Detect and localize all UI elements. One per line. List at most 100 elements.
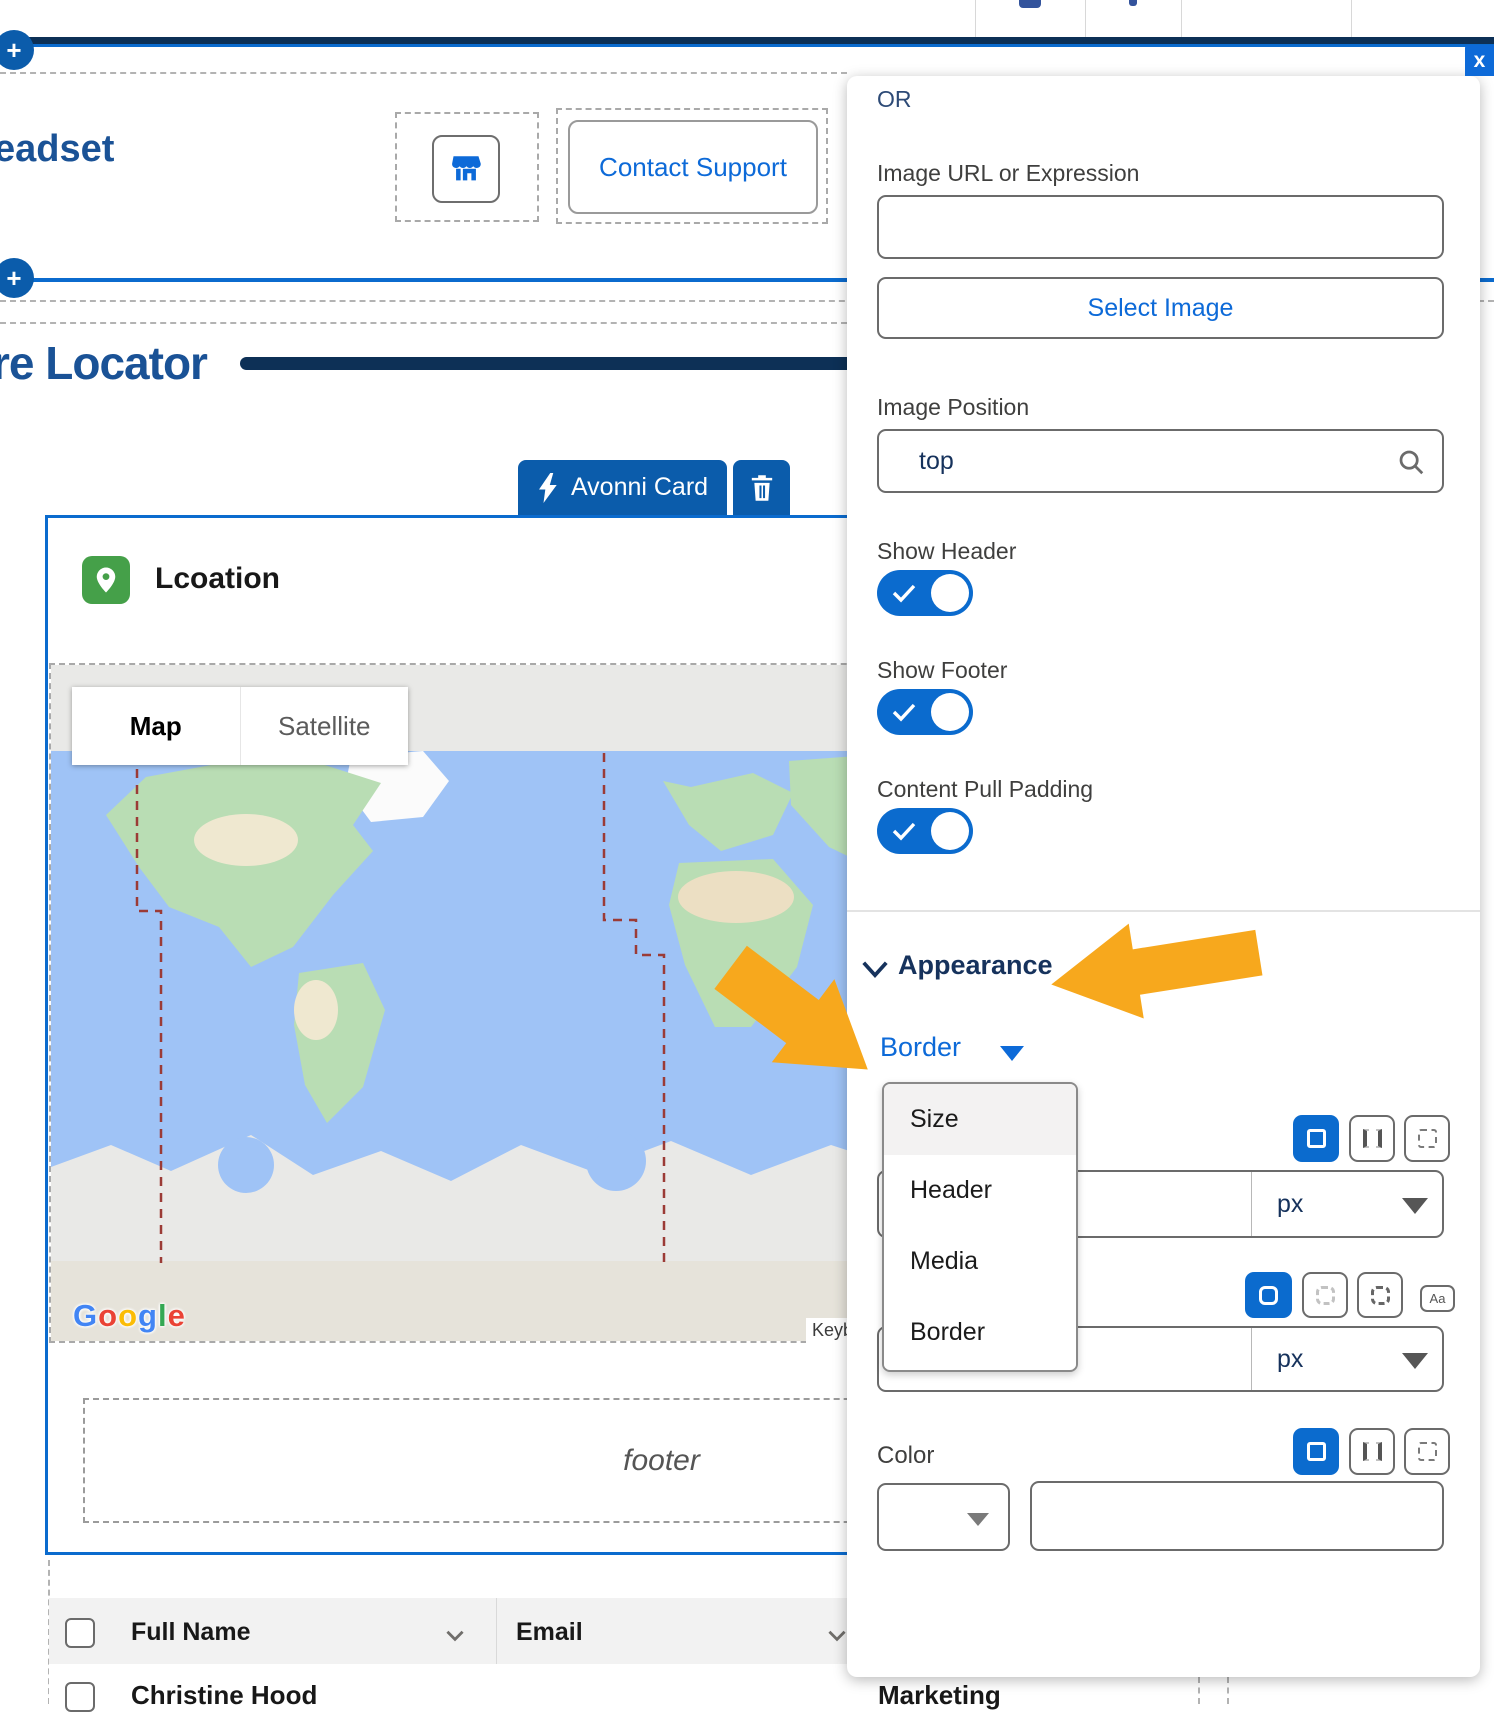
or-label: OR bbox=[877, 86, 912, 113]
check-icon bbox=[891, 701, 917, 723]
border-custom-sides-button[interactable] bbox=[1404, 1115, 1450, 1162]
caret-down-icon[interactable] bbox=[1402, 1353, 1428, 1369]
toolbar-divider bbox=[1351, 0, 1352, 37]
color-label: Color bbox=[877, 1442, 934, 1470]
page-heading-partial: eadset bbox=[0, 128, 114, 171]
panel-divider bbox=[847, 910, 1480, 912]
google-letter: g bbox=[138, 1298, 158, 1333]
border-all-icon bbox=[1307, 1442, 1326, 1461]
toggle-knob bbox=[931, 574, 969, 612]
content-pull-padding-label: Content Pull Padding bbox=[877, 776, 1093, 803]
toggle-knob bbox=[931, 693, 969, 731]
radius-corners-light-icon bbox=[1316, 1286, 1335, 1305]
column-header-full-name[interactable]: Full Name bbox=[131, 1618, 250, 1647]
map-type-control: Map Satellite bbox=[72, 687, 408, 765]
unit-divider bbox=[1251, 1328, 1252, 1390]
border-all-sides-button[interactable] bbox=[1293, 1115, 1339, 1162]
component-badge[interactable]: Avonni Card bbox=[518, 460, 727, 515]
card-title: Lcoation bbox=[155, 562, 280, 596]
toolbar-divider bbox=[975, 0, 976, 37]
menu-item-size[interactable]: Size bbox=[884, 1084, 1076, 1155]
check-icon bbox=[891, 582, 917, 604]
map-type-satellite-button[interactable]: Satellite bbox=[241, 687, 409, 765]
select-image-button[interactable]: Select Image bbox=[877, 277, 1444, 339]
menu-item-media[interactable]: Media bbox=[884, 1226, 1076, 1297]
unit-divider bbox=[1251, 1172, 1252, 1236]
google-letter: G bbox=[73, 1298, 98, 1333]
show-footer-label: Show Footer bbox=[877, 657, 1007, 684]
section-dashed-border bbox=[0, 322, 847, 324]
image-url-input[interactable] bbox=[877, 195, 1444, 259]
toolbar-icon-fragment bbox=[1019, 0, 1041, 8]
color-swatch-select[interactable] bbox=[877, 1483, 1010, 1551]
toolbar-icon-fragment bbox=[1129, 0, 1137, 6]
column-divider[interactable] bbox=[496, 1598, 497, 1664]
google-letter: e bbox=[168, 1298, 186, 1333]
border-vertical-icon bbox=[1363, 1129, 1382, 1148]
row-checkbox[interactable] bbox=[65, 1682, 95, 1712]
add-component-button[interactable]: + bbox=[0, 258, 34, 298]
store-icon-button[interactable] bbox=[432, 135, 500, 203]
caret-down-icon[interactable] bbox=[1000, 1046, 1024, 1061]
google-letter: o bbox=[118, 1298, 138, 1333]
plus-icon: + bbox=[6, 263, 21, 294]
check-icon bbox=[891, 820, 917, 842]
radius-individual-corners-button[interactable] bbox=[1302, 1272, 1348, 1318]
unit-value: px bbox=[1277, 1190, 1303, 1219]
border-all-icon bbox=[1307, 1129, 1326, 1148]
radius-all-icon bbox=[1259, 1286, 1278, 1305]
caret-down-icon[interactable] bbox=[1402, 1198, 1428, 1214]
cell-department: Marketing bbox=[878, 1680, 1001, 1711]
column-header-email[interactable]: Email bbox=[516, 1618, 583, 1647]
add-section-button[interactable]: + bbox=[0, 30, 34, 70]
chevron-down-icon[interactable] bbox=[860, 958, 890, 980]
lightning-icon bbox=[537, 473, 559, 503]
footer-placeholder-text: footer bbox=[623, 1444, 700, 1478]
border-dropdown-menu: Size Header Media Border bbox=[882, 1082, 1078, 1372]
color-vertical-sides-button[interactable] bbox=[1349, 1428, 1395, 1475]
color-all-sides-button[interactable] bbox=[1293, 1428, 1339, 1475]
column-guide-dashed bbox=[1198, 1677, 1200, 1704]
column-guide-dashed bbox=[1227, 1677, 1229, 1704]
show-header-toggle[interactable] bbox=[877, 570, 973, 616]
menu-item-header[interactable]: Header bbox=[884, 1155, 1076, 1226]
content-pull-padding-toggle[interactable] bbox=[877, 808, 973, 854]
section-divider-bar bbox=[0, 37, 1494, 44]
plus-icon: + bbox=[6, 35, 21, 66]
image-position-value: top bbox=[919, 447, 954, 476]
show-footer-toggle[interactable] bbox=[877, 689, 973, 735]
chevron-down-icon[interactable] bbox=[442, 1622, 468, 1648]
section-title-partial: re Locator bbox=[0, 336, 207, 390]
close-panel-button[interactable]: x bbox=[1465, 45, 1494, 76]
color-custom-sides-button[interactable] bbox=[1404, 1428, 1450, 1475]
appearance-section-header[interactable]: Appearance bbox=[898, 950, 1053, 981]
component-badge-label: Avonni Card bbox=[571, 473, 708, 502]
image-position-input[interactable]: top bbox=[877, 429, 1444, 493]
color-value-input[interactable] bbox=[1030, 1481, 1444, 1551]
show-header-label: Show Header bbox=[877, 538, 1016, 565]
store-icon bbox=[449, 152, 483, 186]
toolbar-divider bbox=[1085, 0, 1086, 37]
map-type-map-button[interactable]: Map bbox=[72, 687, 241, 765]
radius-corners-dark-icon bbox=[1371, 1286, 1390, 1305]
search-icon[interactable] bbox=[1396, 447, 1426, 477]
trash-icon bbox=[749, 474, 775, 502]
menu-item-border[interactable]: Border bbox=[884, 1297, 1076, 1368]
toggle-knob bbox=[931, 812, 969, 850]
border-custom-icon bbox=[1418, 1442, 1437, 1461]
radius-all-corners-button[interactable] bbox=[1245, 1272, 1292, 1318]
select-image-label: Select Image bbox=[1088, 294, 1234, 323]
radius-custom-corners-button[interactable] bbox=[1357, 1272, 1403, 1318]
image-position-label: Image Position bbox=[877, 394, 1029, 421]
radius-text-unit-button[interactable]: Aa bbox=[1420, 1285, 1455, 1312]
border-custom-icon bbox=[1418, 1129, 1437, 1148]
google-letter: o bbox=[98, 1298, 118, 1333]
select-all-checkbox[interactable] bbox=[65, 1618, 95, 1648]
cell-full-name: Christine Hood bbox=[131, 1680, 317, 1711]
contact-support-button[interactable]: Contact Support bbox=[568, 120, 818, 214]
toolbar-divider bbox=[1181, 0, 1182, 37]
section-dashed-border bbox=[0, 72, 847, 74]
border-vertical-icon bbox=[1363, 1442, 1382, 1461]
delete-component-button[interactable] bbox=[733, 460, 790, 515]
border-vertical-sides-button[interactable] bbox=[1349, 1115, 1395, 1162]
